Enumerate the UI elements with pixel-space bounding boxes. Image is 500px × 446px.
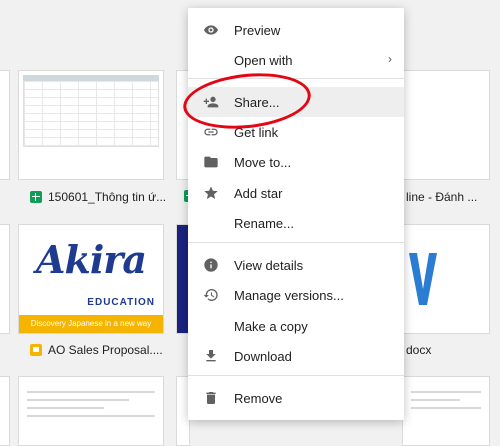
file-thumbnail[interactable] [0,224,10,334]
link-icon [204,128,218,136]
akira-logo: Akira [36,237,147,282]
file-thumbnail[interactable] [0,70,10,180]
akira-subtitle: EDUCATION [87,297,155,308]
eye-icon [204,25,218,35]
menu-item-remove[interactable]: Remove [188,383,404,413]
menu-item-label: Download [234,348,292,364]
star-icon [204,186,218,199]
menu-item-preview[interactable]: Preview [188,15,404,45]
sheets-icon [30,191,42,203]
menu-item-label: Manage versions... [234,287,344,303]
menu-item-manage-versions[interactable]: Manage versions... [188,280,404,310]
download-icon [206,350,216,362]
file-thumbnail[interactable] [0,376,10,446]
file-name: 150601_Thông tin ứ... [48,190,167,204]
doc-preview [411,385,481,415]
file-name: AO Sales Proposal.... [48,343,163,357]
menu-item-label: Rename... [234,215,294,231]
file-caption[interactable]: 150601_Thông tin ứ... [30,190,166,204]
menu-divider [188,242,404,243]
sheet-preview [23,75,159,147]
menu-item-label: Share... [234,94,280,110]
context-menu: Preview Open with › Share... Get link Mo… [188,8,404,420]
menu-item-label: Move to... [234,154,292,170]
file-name: docx [406,343,432,357]
file-caption[interactable]: docx [406,343,431,357]
menu-item-label: View details [234,257,304,273]
folder-icon [204,156,218,168]
file-thumbnail-slides[interactable]: Akira EDUCATION Discovery Japanese in a … [18,224,164,334]
menu-item-label: Preview [234,22,281,38]
menu-item-label: Open with [234,52,293,68]
menu-item-label: Make a copy [234,318,308,334]
history-icon [203,288,218,301]
doc-preview [27,385,155,423]
akira-tagline: Discovery Japanese in a new way [19,315,163,333]
file-caption[interactable]: AO Sales Proposal.... [30,343,163,357]
menu-divider [188,78,404,79]
menu-divider [188,375,404,376]
file-thumbnail-sheets[interactable] [18,70,164,180]
person-add-icon [203,96,219,108]
menu-item-label: Remove [234,390,283,406]
menu-item-download[interactable]: Download [188,341,404,371]
info-icon [204,258,218,272]
menu-item-view-details[interactable]: View details [188,250,404,280]
menu-item-label: Get link [234,124,279,140]
menu-item-get-link[interactable]: Get link [188,117,404,147]
menu-item-add-star[interactable]: Add star [188,178,404,208]
menu-item-open-with[interactable]: Open with › [188,45,404,75]
file-thumbnail-word[interactable] [402,224,490,334]
file-thumbnail[interactable] [402,70,490,180]
chevron-right-icon: › [388,52,392,66]
word-logo-icon [409,253,437,305]
file-thumbnail-doc[interactable] [18,376,164,446]
menu-item-share[interactable]: Share... [188,87,404,117]
sheet-header-band [23,75,159,81]
trash-icon [206,392,216,404]
file-name: line - Đánh ... [406,190,478,204]
menu-item-rename[interactable]: Rename... [188,208,404,238]
menu-item-move-to[interactable]: Move to... [188,147,404,177]
file-thumbnail-doc[interactable] [402,376,490,446]
menu-item-make-a-copy[interactable]: Make a copy [188,311,404,341]
slides-icon [30,344,42,356]
file-caption[interactable]: line - Đánh ... [406,190,477,204]
menu-item-label: Add star [234,185,283,201]
